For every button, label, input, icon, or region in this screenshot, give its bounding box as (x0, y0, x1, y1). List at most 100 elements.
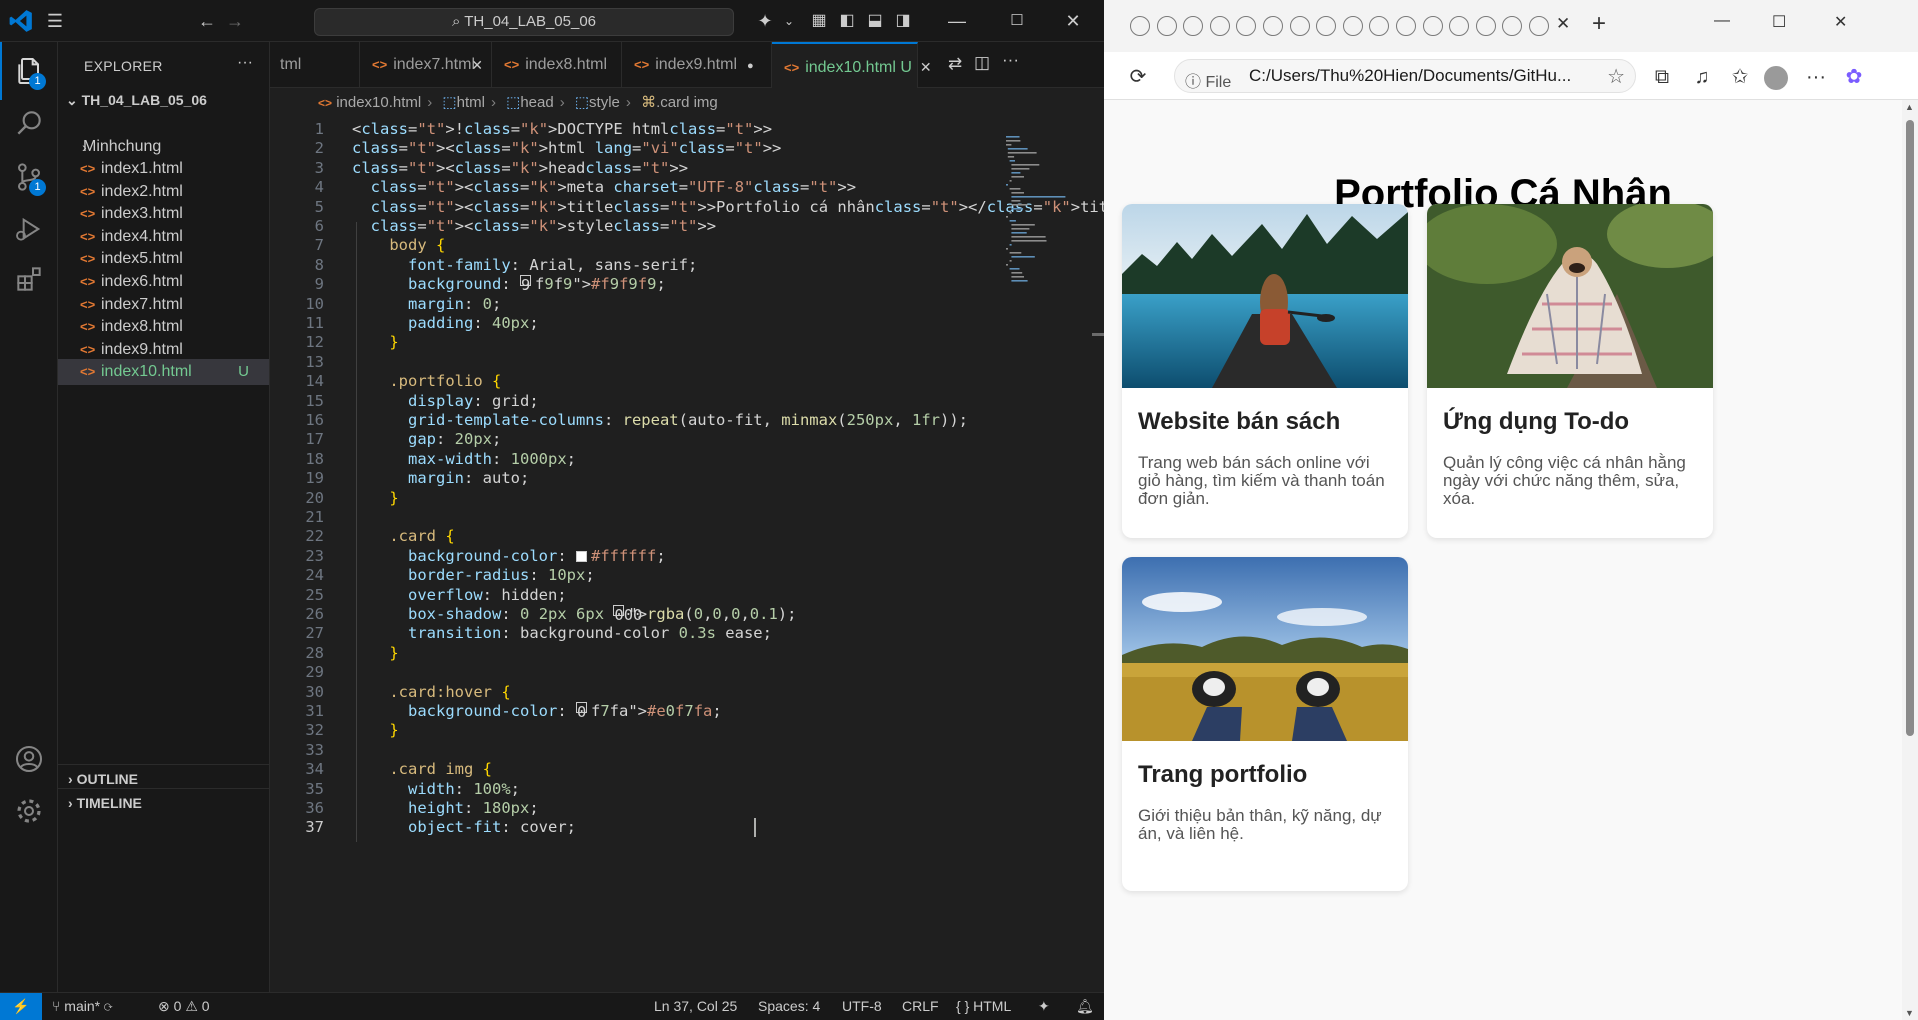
breadcrumb-selector[interactable]: .card img (656, 94, 718, 111)
scroll-down-icon[interactable]: ▼ (1905, 1008, 1914, 1018)
browser-tab-globe-icon[interactable] (1529, 16, 1549, 36)
browser-tab-globe-icon[interactable] (1236, 16, 1257, 36)
browser-tab-globe-icon[interactable] (1422, 16, 1443, 36)
browser-tab-globe-icon[interactable] (1316, 16, 1337, 36)
code-line: overflow: hidden; (408, 585, 567, 604)
minimap-line (1009, 220, 1016, 222)
forward-arrow-icon[interactable]: → (222, 8, 248, 34)
scrollbar-thumb[interactable] (1906, 120, 1914, 736)
browser-tab-globe-icon[interactable] (1475, 16, 1496, 36)
avatar[interactable] (1762, 63, 1790, 91)
chevron-right-icon: › (559, 94, 565, 111)
toggle-primary-sidebar-icon[interactable]: ◧ (834, 8, 860, 34)
file-index10[interactable]: <> index10.html U (58, 359, 269, 386)
maximize-icon[interactable]: ☐ (1004, 8, 1030, 34)
portfolio-card[interactable]: Website bán sách Trang web bán sách onli… (1122, 204, 1408, 538)
address-bar[interactable]: ⓘ File C:/Users/Thu%20Hien/Documents/Git… (1174, 59, 1636, 93)
line-number: 22 (305, 527, 324, 546)
refresh-icon[interactable]: ⟳ (1124, 63, 1152, 91)
browser-tab-globe-icon[interactable] (1449, 16, 1470, 36)
portfolio-card[interactable]: Ứng dụng To-do Quản lý công việc cá nhân… (1427, 204, 1713, 538)
accounts-activity[interactable] (0, 730, 58, 788)
code-editor[interactable]: 1 <class="t">!class="k">DOCTYPE htmlclass… (270, 118, 1104, 992)
toggle-secondary-sidebar-icon[interactable]: ◨ (890, 8, 916, 34)
window-maximize-icon[interactable]: ☐ (1772, 12, 1786, 32)
tab-index8[interactable]: <> index8.html (492, 42, 622, 88)
tab-index7[interactable]: <> index7.html ✕ (360, 42, 492, 88)
back-arrow-icon[interactable]: ← (194, 8, 220, 34)
breadcrumb-file[interactable]: index10.html (336, 94, 421, 111)
gear-icon (17, 799, 41, 823)
line-number: 26 (305, 605, 324, 623)
copilot-status-icon[interactable]: ✦ (1038, 993, 1050, 1020)
unsaved-dot-icon[interactable]: ● (747, 60, 754, 72)
breadcrumb-head[interactable]: head (520, 94, 553, 111)
remote-indicator-icon[interactable]: ⚡ (0, 993, 42, 1020)
browser-tab-globe-icon[interactable] (1183, 16, 1204, 36)
browser-tab-globe-icon[interactable] (1156, 16, 1177, 36)
compare-changes-icon[interactable]: ⇄ (948, 54, 962, 74)
workspace-root[interactable]: ⌄ TH_04_LAB_05_06 (66, 92, 207, 109)
customize-layout-icon[interactable]: ▦ (806, 8, 832, 34)
language-mode[interactable]: { } HTML (956, 993, 1011, 1020)
indentation[interactable]: Spaces: 4 (758, 993, 820, 1020)
search-activity[interactable] (0, 94, 58, 152)
breadcrumb-html[interactable]: html (457, 94, 485, 111)
tab-index9[interactable]: <> index9.html ● (622, 42, 772, 88)
timeline-section[interactable]: › TIMELINE (58, 788, 269, 816)
source-control-activity[interactable]: 1 (0, 148, 58, 206)
minimap-line (1009, 268, 1020, 270)
line-number: 12 (305, 333, 324, 352)
scroll-up-icon[interactable]: ▲ (1905, 102, 1914, 112)
command-center-search[interactable]: ⌕ TH_04_LAB_05_06 (314, 8, 734, 36)
cursor-position[interactable]: Ln 37, Col 25 (654, 993, 737, 1020)
line-number: 27 (305, 624, 324, 643)
breadcrumb-style[interactable]: style (589, 94, 620, 111)
window-close-icon[interactable]: ✕ (1834, 12, 1847, 32)
more-actions-icon[interactable]: ··· (1002, 50, 1019, 70)
code-line: background: 9 f9f9">#f9f9f9; (408, 275, 666, 295)
manage-activity[interactable] (0, 782, 58, 840)
close-tab-icon[interactable]: ✕ (1556, 14, 1570, 34)
editor-scrollbar[interactable] (1092, 118, 1104, 992)
tab-index10[interactable]: <> index10.html U ✕ (772, 42, 932, 88)
window-minimize-icon[interactable]: — (1714, 12, 1730, 30)
copilot-icon[interactable]: ✿ (1840, 63, 1868, 91)
tab-partial[interactable]: tml (240, 42, 360, 88)
close-tab-icon[interactable]: ✕ (920, 59, 932, 75)
browser-tab-globe-icon[interactable] (1369, 16, 1390, 36)
code-line: font-family: Arial, sans-serif; (408, 255, 698, 274)
browser-tab-globe-icon[interactable] (1130, 16, 1150, 36)
problems-indicator[interactable]: ⊗ 0 ⚠ 0 (158, 993, 210, 1020)
split-editor-icon[interactable]: ◫ (974, 53, 990, 73)
browser-tab-globe-icon[interactable] (1209, 16, 1230, 36)
encoding[interactable]: UTF-8 (842, 993, 882, 1020)
favorite-star-icon[interactable]: ☆ (1607, 64, 1625, 89)
branch-indicator[interactable]: ⑂ main* ⟳ (52, 993, 112, 1020)
page-scrollbar[interactable]: ▲ ▼ (1902, 100, 1918, 1020)
copilot-icon[interactable]: ✦ (752, 8, 778, 34)
extensions-activity[interactable] (0, 250, 58, 308)
minimap[interactable] (1000, 118, 1092, 992)
line-ending[interactable]: CRLF (902, 993, 939, 1020)
browser-tab-globe-icon[interactable] (1502, 16, 1523, 36)
browser-tab-globe-icon[interactable] (1396, 16, 1416, 36)
browser-tab-globe-icon[interactable] (1342, 16, 1363, 36)
settings-more-icon[interactable]: ··· (1802, 63, 1830, 91)
minimize-icon[interactable]: — (944, 8, 970, 34)
web-page: Portfolio Cá Nhân Website bán sách Trang… (1104, 100, 1902, 1020)
extensions-puzzle-icon[interactable]: ⧉ (1648, 63, 1676, 91)
menu-icon[interactable]: ☰ (42, 8, 68, 34)
chevron-down-icon[interactable]: ⌄ (776, 8, 802, 34)
close-tab-icon[interactable]: ✕ (471, 42, 483, 88)
new-tab-icon[interactable]: + (1592, 10, 1606, 38)
toggle-panel-icon[interactable]: ⬓ (862, 8, 888, 34)
favorites-icon[interactable]: ✩ (1726, 63, 1754, 91)
close-icon[interactable]: ✕ (1060, 8, 1086, 34)
browser-essentials-icon[interactable]: ♫ (1688, 63, 1716, 91)
portfolio-card[interactable]: Trang portfolio Giới thiệu bản thân, kỹ … (1122, 557, 1408, 891)
notifications-icon[interactable]: 🔔︎ (1076, 993, 1094, 1020)
explorer-activity[interactable]: 1 (0, 42, 58, 100)
browser-tab-globe-icon[interactable] (1263, 16, 1283, 36)
browser-tab-globe-icon[interactable] (1289, 16, 1310, 36)
